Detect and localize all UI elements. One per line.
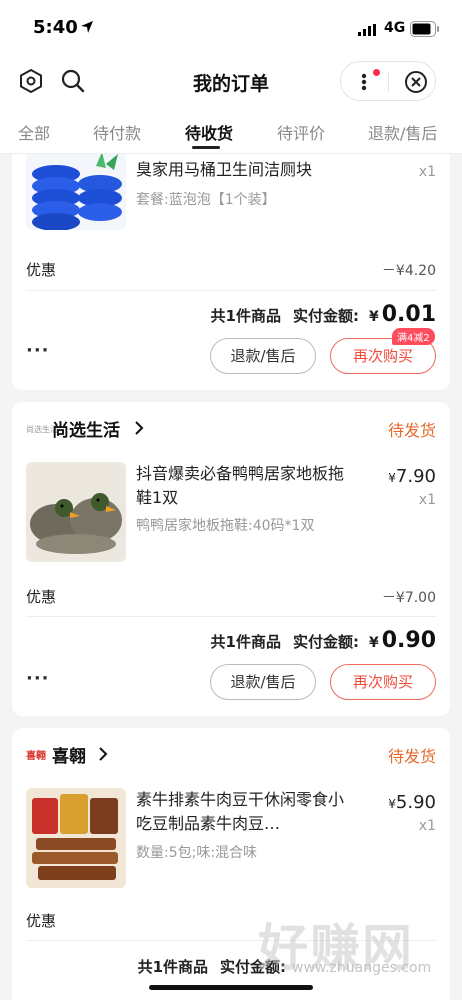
discount-label: 优惠: [26, 588, 57, 606]
tab-pending-receipt[interactable]: 待收货: [185, 120, 233, 144]
order-tabs: 全部 待付款 待收货 待评价 退款/售后: [0, 106, 462, 154]
order-card: 臭家用马桶卫生间洁厕块 套餐:蓝泡泡【1个装】 x1 优惠 －¥4.20 共1件…: [12, 154, 450, 390]
product-qty: x1: [418, 492, 436, 508]
promo-badge: 满4减2: [392, 328, 435, 345]
capsule-divider: [388, 72, 389, 92]
item-count: 共1件商品: [210, 307, 281, 325]
more-options-icon[interactable]: ···: [26, 340, 50, 361]
discount-label: 优惠: [26, 912, 57, 930]
refund-button[interactable]: 退款/售后: [210, 664, 316, 700]
product-qty: x1: [418, 164, 436, 180]
order-total: 共1件商品 实付金额: ¥ 0.01: [211, 302, 436, 327]
product-spec: 鸭鸭居家地板拖鞋:40码*1双: [136, 518, 315, 534]
paid-amount: 0.01: [381, 302, 436, 327]
product-spec: 套餐:蓝泡泡【1个装】: [136, 192, 276, 208]
battery-icon: [410, 21, 439, 37]
more-options-icon[interactable]: ···: [26, 668, 50, 689]
network-type: 4G: [384, 20, 406, 36]
divider: [26, 616, 436, 617]
watermark-url: www.zhuanges.com: [292, 960, 432, 976]
discount-value: －¥7.00: [381, 590, 436, 606]
tab-pending-payment[interactable]: 待付款: [93, 120, 141, 144]
rebuy-button[interactable]: 再次购买: [330, 664, 436, 700]
notification-dot: [373, 69, 380, 76]
status-time: 5:40: [33, 17, 78, 38]
product-thumbnail[interactable]: [26, 462, 126, 562]
tab-pending-review[interactable]: 待评价: [277, 120, 325, 144]
shop-name[interactable]: 尚选生活: [52, 416, 120, 441]
nav-bar: 我的订单: [0, 58, 462, 106]
tab-all[interactable]: 全部: [18, 120, 50, 144]
order-status: 待发货: [387, 421, 436, 440]
item-count: 共1件商品: [137, 958, 208, 976]
product-thumbnail[interactable]: [26, 154, 126, 230]
currency-symbol: ¥: [368, 635, 379, 651]
item-count: 共1件商品: [210, 633, 281, 651]
product-thumbnail[interactable]: [26, 788, 126, 888]
currency-symbol: ¥: [388, 471, 396, 485]
close-icon[interactable]: [404, 70, 428, 94]
order-card: 尚选生活 尚选生活 待发货 抖音爆卖必备鸭鸭居家地板拖鞋1双 鸭鸭居家地板拖鞋:…: [12, 402, 450, 716]
chevron-right-icon[interactable]: [134, 421, 144, 435]
product-price: ¥7.90: [388, 466, 436, 487]
discount-value: －¥4.20: [381, 263, 436, 279]
active-tab-indicator: [192, 146, 220, 149]
more-icon[interactable]: [361, 73, 367, 91]
product-title[interactable]: 素牛排素牛肉豆干休闲零食小吃豆制品素牛肉豆…: [136, 788, 346, 836]
paid-amount: 0.90: [381, 628, 436, 653]
tab-refund[interactable]: 退款/售后: [368, 120, 437, 144]
paid-label: 实付金额:: [292, 633, 359, 651]
product-spec: 数量:5包;味:混合味: [136, 845, 258, 861]
location-arrow-icon: [81, 21, 93, 33]
signal-icon: [358, 24, 376, 36]
shop-logo: 喜翱: [26, 751, 46, 762]
order-status: 待发货: [387, 747, 436, 766]
shop-name[interactable]: 喜翱: [52, 742, 86, 767]
currency-symbol: ¥: [388, 797, 396, 811]
status-bar: 5:40 4G: [0, 0, 462, 58]
home-indicator: [149, 985, 313, 990]
chevron-right-icon[interactable]: [98, 747, 108, 761]
product-title[interactable]: 抖音爆卖必备鸭鸭居家地板拖鞋1双: [136, 462, 346, 510]
product-qty: x1: [418, 818, 436, 834]
product-title[interactable]: 臭家用马桶卫生间洁厕块: [136, 158, 356, 182]
currency-symbol: ¥: [368, 309, 379, 325]
discount-label: 优惠: [26, 261, 57, 279]
order-total: 共1件商品 实付金额: ¥ 0.90: [211, 628, 436, 653]
refund-button[interactable]: 退款/售后: [210, 338, 316, 374]
mini-program-capsule: [340, 61, 436, 101]
product-price: ¥5.90: [388, 792, 436, 813]
divider: [26, 290, 436, 291]
paid-label: 实付金额:: [292, 307, 359, 325]
